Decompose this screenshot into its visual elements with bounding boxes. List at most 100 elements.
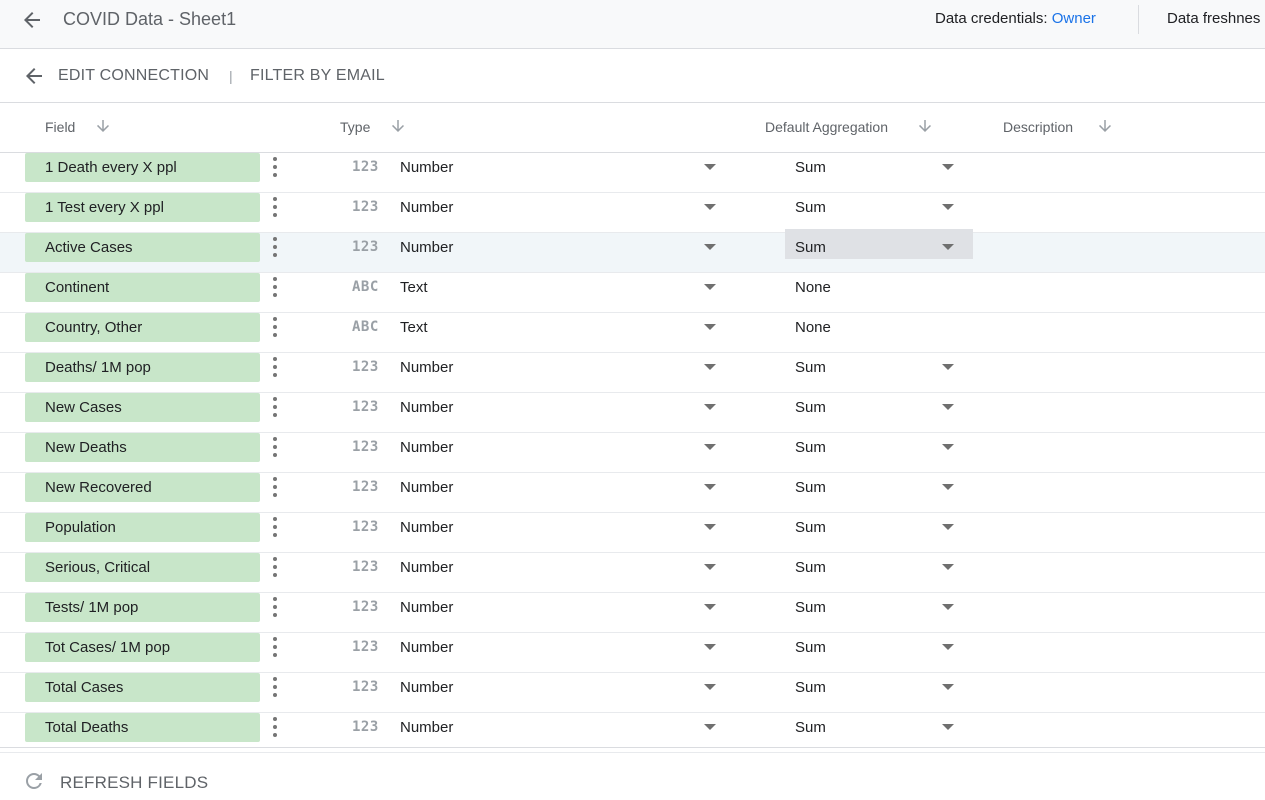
more-vert-icon[interactable] [268, 475, 282, 499]
dropdown-caret-icon [942, 404, 954, 410]
field-name-chip[interactable]: Tot Cases/ 1M pop [25, 633, 260, 662]
type-icon: 123 [352, 439, 379, 455]
edit-connection-button[interactable]: EDIT CONNECTION [58, 67, 209, 85]
dropdown-caret-icon [704, 484, 716, 490]
refresh-icon[interactable] [22, 769, 46, 793]
aggregation-select[interactable]: Sum [785, 389, 973, 419]
sort-arrow-down-icon[interactable] [916, 117, 934, 135]
refresh-fields-button[interactable]: REFRESH FIELDS [60, 773, 208, 793]
column-header-type[interactable]: Type [340, 119, 370, 135]
field-name-chip[interactable]: Tests/ 1M pop [25, 593, 260, 622]
type-icon: 123 [352, 679, 379, 695]
column-header-field[interactable]: Field [45, 119, 75, 135]
column-header-description[interactable]: Description [1003, 119, 1073, 135]
type-icon: 123 [352, 559, 379, 575]
data-credentials-owner-link[interactable]: Owner [1052, 10, 1096, 27]
field-name-chip[interactable]: Country, Other [25, 313, 260, 342]
aggregation-value: Sum [795, 159, 826, 176]
more-vert-icon[interactable] [268, 275, 282, 299]
field-name-chip[interactable]: Population [25, 513, 260, 542]
field-name-chip[interactable]: Continent [25, 273, 260, 302]
type-select[interactable]: Text [392, 273, 722, 301]
dropdown-caret-icon [942, 604, 954, 610]
filter-by-email-button[interactable]: FILTER BY EMAIL [250, 67, 385, 85]
more-vert-icon[interactable] [268, 355, 282, 379]
table-row: Tests/ 1M pop 123 Number Sum [0, 593, 1265, 633]
aggregation-value: Sum [795, 639, 826, 656]
more-vert-icon[interactable] [268, 715, 282, 739]
type-select[interactable]: Number [392, 593, 722, 621]
field-name-chip[interactable]: Deaths/ 1M pop [25, 353, 260, 382]
type-select[interactable]: Number [392, 433, 722, 461]
top-bar: COVID Data - Sheet1 Data credentials: Ow… [0, 0, 1265, 49]
aggregation-select[interactable]: Sum [785, 629, 973, 659]
type-select[interactable]: Number [392, 393, 722, 421]
aggregation-select[interactable]: Sum [785, 349, 973, 379]
aggregation-select[interactable]: Sum [785, 709, 973, 739]
type-select[interactable]: Number [392, 473, 722, 501]
column-header-default-aggregation[interactable]: Default Aggregation [765, 119, 888, 135]
dropdown-caret-icon [942, 564, 954, 570]
table-header: Field Type Default Aggregation Descripti… [0, 103, 1265, 153]
more-vert-icon[interactable] [268, 555, 282, 579]
aggregation-value: Sum [795, 239, 826, 256]
field-name-chip[interactable]: New Recovered [25, 473, 260, 502]
aggregation-select[interactable]: Sum [785, 469, 973, 499]
more-vert-icon[interactable] [268, 155, 282, 179]
type-icon: 123 [352, 639, 379, 655]
aggregation-select[interactable]: Sum [785, 509, 973, 539]
sort-arrow-down-icon[interactable] [94, 117, 112, 135]
field-name-chip[interactable]: New Cases [25, 393, 260, 422]
aggregation-select[interactable]: Sum [785, 549, 973, 579]
aggregation-select[interactable]: Sum [785, 589, 973, 619]
type-value: Number [400, 439, 454, 456]
type-select[interactable]: Number [392, 233, 722, 261]
edit-connection-back-icon[interactable] [22, 64, 46, 88]
type-icon: ABC [352, 279, 379, 295]
aggregation-select[interactable]: Sum [785, 429, 973, 459]
dropdown-caret-icon [704, 164, 716, 170]
field-name-chip[interactable]: Serious, Critical [25, 553, 260, 582]
aggregation-value: Sum [795, 679, 826, 696]
field-name-chip[interactable]: Active Cases [25, 233, 260, 262]
type-select[interactable]: Number [392, 633, 722, 661]
type-select[interactable]: Text [392, 313, 722, 341]
field-name-chip[interactable]: Total Deaths [25, 713, 260, 742]
field-name-chip[interactable]: 1 Test every X ppl [25, 193, 260, 222]
aggregation-select[interactable]: Sum [785, 149, 973, 179]
type-value: Number [400, 559, 454, 576]
more-vert-icon[interactable] [268, 435, 282, 459]
back-arrow-icon[interactable] [20, 8, 44, 32]
type-select[interactable]: Number [392, 673, 722, 701]
sort-arrow-down-icon[interactable] [389, 117, 407, 135]
field-name-chip[interactable]: Total Cases [25, 673, 260, 702]
more-vert-icon[interactable] [268, 395, 282, 419]
sort-arrow-down-icon[interactable] [1096, 117, 1114, 135]
type-select[interactable]: Number [392, 713, 722, 741]
type-value: Number [400, 679, 454, 696]
data-freshness-label[interactable]: Data freshnes [1167, 10, 1260, 27]
aggregation-select[interactable]: Sum [785, 229, 973, 259]
more-vert-icon[interactable] [268, 595, 282, 619]
more-vert-icon[interactable] [268, 515, 282, 539]
aggregation-value: Sum [795, 519, 826, 536]
field-name-chip[interactable]: New Deaths [25, 433, 260, 462]
connection-bar: EDIT CONNECTION | FILTER BY EMAIL [0, 50, 1265, 103]
more-vert-icon[interactable] [268, 235, 282, 259]
type-select[interactable]: Number [392, 513, 722, 541]
field-name-chip[interactable]: 1 Death every X ppl [25, 153, 260, 182]
table-row: Total Cases 123 Number Sum [0, 673, 1265, 713]
type-select[interactable]: Number [392, 353, 722, 381]
type-select[interactable]: Number [392, 553, 722, 581]
more-vert-icon[interactable] [268, 315, 282, 339]
dropdown-caret-icon [942, 364, 954, 370]
aggregation-select[interactable]: Sum [785, 189, 973, 219]
aggregation-select[interactable]: Sum [785, 669, 973, 699]
more-vert-icon[interactable] [268, 195, 282, 219]
dropdown-caret-icon [942, 724, 954, 730]
more-vert-icon[interactable] [268, 675, 282, 699]
type-icon: 123 [352, 479, 379, 495]
type-select[interactable]: Number [392, 193, 722, 221]
type-select[interactable]: Number [392, 153, 722, 181]
more-vert-icon[interactable] [268, 635, 282, 659]
